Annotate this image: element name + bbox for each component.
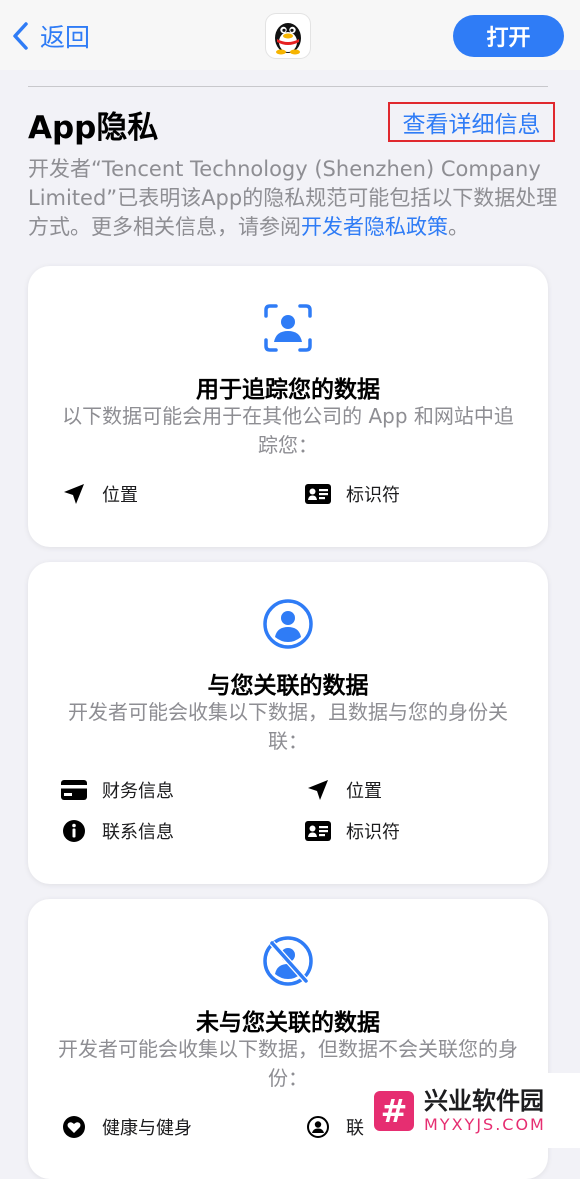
back-button[interactable]: 返回 [10,18,90,54]
qq-app-icon [266,14,310,58]
data-type-label: 财务信息 [102,781,174,802]
back-label: 返回 [40,23,91,52]
privacy-description: 开发者“Tencent Technology (Shenzhen) Compan… [28,155,558,242]
person-viewfinder-icon [264,304,312,352]
developer-privacy-policy-link[interactable]: 开发者隐私政策 [301,215,448,239]
data-type-label: 位置 [346,781,382,802]
location-arrow-icon [304,776,332,804]
data-type-location: 位置 [60,480,138,508]
watermark-logo: # 兴业软件园 MYXYJS.COM [364,1073,580,1148]
data-type-label: 标识符 [346,822,400,843]
card-subtitle: 开发者可能会收集以下数据，且数据与您的身份关联： [68,700,508,753]
data-type-identifiers: 标识符 [304,817,400,845]
navigation-bar: 返回 打开 [0,0,580,70]
data-type-location: 位置 [304,776,382,804]
watermark-text-en: MYXYJS.COM [424,1115,546,1134]
card-data-linked-to-you[interactable]: 与您关联的数据 开发者可能会收集以下数据，且数据与您的身份关联： 财务信息 位置… [28,562,548,884]
watermark-symbol: # [374,1090,414,1131]
card-subtitle: 以下数据可能会用于在其他公司的 App 和网站中追踪您： [62,404,514,457]
card-title: 用于追踪您的数据 [196,377,380,403]
location-arrow-icon [60,480,88,508]
penguin-icon [275,23,301,55]
person-slash-icon [263,936,313,986]
data-type-contact-info: 联系信息 [60,817,174,845]
id-card-icon [304,817,332,845]
chevron-left-icon [13,22,28,50]
person-circle-icon [263,599,313,649]
data-type-contact: 联 [304,1113,364,1141]
id-card-icon [304,480,332,508]
heart-circle-icon [60,1113,88,1141]
watermark-text: 兴业软件园 MYXYJS.COM [424,1087,546,1134]
data-type-label: 联 [346,1118,364,1139]
credit-card-icon [60,776,88,804]
card-data-used-to-track[interactable]: 用于追踪您的数据 以下数据可能会用于在其他公司的 App 和网站中追踪您： 位置… [28,266,548,547]
data-type-health-fitness: 健康与健身 [60,1113,192,1141]
data-type-label: 健康与健身 [102,1118,192,1139]
watermark-text-cn: 兴业软件园 [424,1087,544,1115]
data-type-label: 联系信息 [102,822,174,843]
data-type-financial: 财务信息 [60,776,174,804]
info-circle-icon [60,817,88,845]
card-title: 与您关联的数据 [207,673,369,699]
person-circle-small-icon [304,1113,332,1141]
description-text: 开发者“Tencent Technology (Shenzhen) Compan… [28,157,558,239]
open-button[interactable]: 打开 [453,15,564,57]
card-title: 未与您关联的数据 [196,1010,380,1036]
section-title: App隐私 [28,110,159,146]
data-type-identifiers: 标识符 [304,480,400,508]
data-type-label: 位置 [102,485,138,506]
section-divider [28,86,548,87]
description-suffix: 。 [448,215,469,239]
data-type-label: 标识符 [346,485,400,506]
see-details-link[interactable]: 查看详细信息 [388,102,555,142]
